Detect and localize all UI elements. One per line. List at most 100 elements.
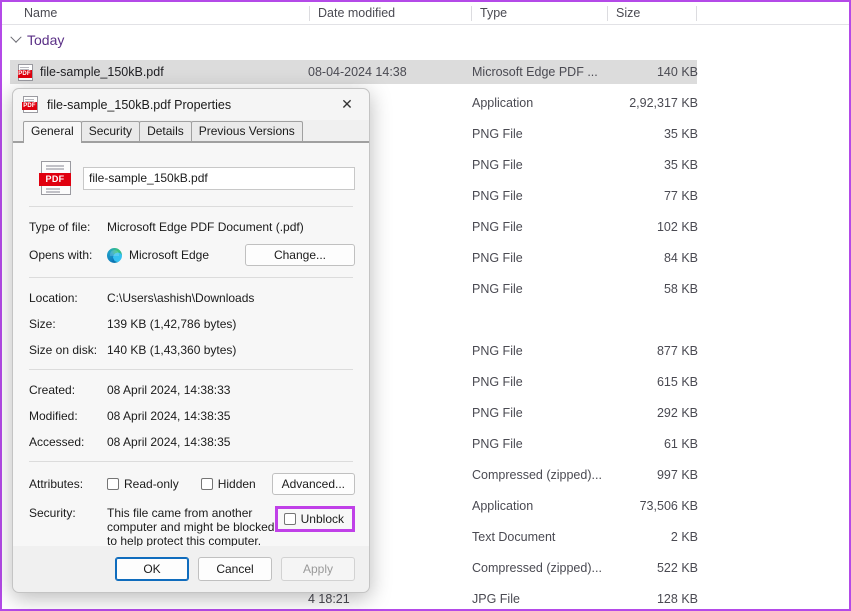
location-value: C:\Users\ashish\Downloads [107, 290, 255, 305]
accessed-label: Accessed: [29, 434, 85, 449]
dialog-titlebar[interactable]: PDF file-sample_150kB.pdf Properties ✕ [13, 89, 369, 120]
opens-with-label: Opens with: [29, 248, 93, 262]
cell-size: 128 KB [656, 592, 698, 606]
size-on-disk-value: 140 KB (1,43,360 bytes) [107, 342, 237, 357]
cell-name: PDF file-sample_150kB.pdf [18, 60, 298, 84]
advanced-button[interactable]: Advanced... [271, 473, 355, 495]
cell-size: 2 KB [670, 530, 698, 544]
cell-size: 35 KB [663, 158, 698, 172]
chevron-down-icon[interactable] [10, 31, 22, 43]
column-header-size[interactable]: Size [608, 2, 696, 25]
read-only-label: Read-only [124, 477, 179, 491]
accessed-value: 08 April 2024, 14:38:35 [107, 434, 231, 449]
type-of-file-label: Type of file: [29, 219, 91, 234]
checkbox-icon[interactable] [200, 478, 213, 490]
tab-bar: General Security Details Previous Versio… [13, 120, 369, 143]
pdf-file-icon: PDF [18, 63, 33, 81]
opens-with-value: Microsoft Edge [129, 248, 210, 262]
cell-date-modified: 08-04-2024 14:38 [308, 65, 407, 79]
dialog-footer: OK Cancel Apply [13, 546, 369, 592]
checkbox-icon[interactable] [107, 478, 119, 490]
unblock-checkbox[interactable]: Unblock [283, 512, 344, 526]
unblock-highlight: Unblock [274, 506, 355, 532]
created-value: 08 April 2024, 14:38:33 [107, 382, 231, 397]
divider [29, 461, 353, 462]
type-of-file-value: Microsoft Edge PDF Document (.pdf) [107, 219, 304, 234]
dialog-title: file-sample_150kB.pdf Properties [47, 97, 232, 112]
cell-size: 140 KB [656, 65, 698, 79]
table-row[interactable]: PDF file-sample_150kB.pdf 08-04-2024 14:… [10, 60, 698, 84]
checkbox-icon[interactable] [283, 513, 296, 525]
opens-with-row: Opens with: Microsoft Edge Change... [29, 244, 355, 266]
cell-type: Microsoft Edge PDF ... [472, 65, 598, 79]
location-row: Location: C:\Users\ashish\Downloads [29, 289, 355, 306]
type-of-file-row: Type of file: Microsoft Edge PDF Documen… [29, 218, 355, 235]
cell-type: Application [472, 96, 534, 110]
cancel-button[interactable]: Cancel [198, 557, 272, 581]
tab-previous-versions[interactable]: Previous Versions [190, 121, 303, 142]
cell-type: PNG File [472, 127, 523, 141]
pdf-file-icon: PDF [22, 96, 38, 113]
cell-type: PNG File [472, 189, 523, 203]
cell-size: 997 KB [656, 468, 698, 482]
location-label: Location: [29, 290, 78, 305]
accessed-row: Accessed: 08 April 2024, 14:38:35 [29, 433, 355, 450]
change-button[interactable]: Change... [245, 244, 355, 266]
group-header-today[interactable]: Today [10, 31, 65, 48]
file-name-input[interactable]: file-sample_150kB.pdf [83, 166, 355, 190]
cell-type: Text Document [472, 530, 556, 544]
cell-size: 877 KB [656, 344, 698, 358]
tab-details[interactable]: Details [139, 121, 192, 142]
apply-button[interactable]: Apply [281, 557, 355, 581]
cell-type: Compressed (zipped)... [472, 561, 602, 575]
modified-label: Modified: [29, 408, 78, 423]
cell-size: 102 KB [656, 220, 698, 234]
cell-size: 522 KB [656, 561, 698, 575]
security-label: Security: [29, 506, 76, 520]
cell-size: 58 KB [663, 282, 698, 296]
pdf-file-icon-large: PDF [39, 161, 71, 195]
modified-value: 08 April 2024, 14:38:35 [107, 408, 231, 423]
column-divider-4[interactable] [696, 6, 697, 21]
created-row: Created: 08 April 2024, 14:38:33 [29, 381, 355, 398]
tab-general[interactable]: General [23, 121, 82, 143]
divider [29, 277, 353, 278]
cell-type: PNG File [472, 406, 523, 420]
properties-dialog: PDF file-sample_150kB.pdf Properties ✕ G… [12, 88, 370, 593]
security-description: This file came from another computer and… [107, 506, 275, 548]
tab-security[interactable]: Security [80, 121, 141, 142]
attributes-label: Attributes: [29, 477, 84, 491]
divider [29, 369, 353, 370]
cell-size: 292 KB [656, 406, 698, 420]
cell-type: Compressed (zipped)... [472, 468, 602, 482]
hidden-checkbox[interactable]: Hidden [200, 477, 256, 491]
security-row: Security: This file came from another co… [29, 506, 355, 548]
created-label: Created: [29, 382, 76, 397]
size-value: 139 KB (1,42,786 bytes) [107, 316, 237, 331]
divider [29, 206, 353, 207]
size-on-disk-label: Size on disk: [29, 342, 98, 357]
column-header-name[interactable]: Name [16, 2, 301, 25]
cell-type: PNG File [472, 220, 523, 234]
cell-type: PNG File [472, 282, 523, 296]
cell-size: 61 KB [663, 437, 698, 451]
cell-type: PNG File [472, 437, 523, 451]
file-name-label: file-sample_150kB.pdf [40, 65, 164, 79]
column-header-row: Name Date modified Type Size [2, 2, 849, 25]
hidden-label: Hidden [217, 477, 256, 491]
size-label: Size: [29, 316, 56, 331]
file-name-row: PDF file-sample_150kB.pdf [39, 161, 355, 195]
cell-size: 35 KB [663, 127, 698, 141]
read-only-checkbox[interactable]: Read-only [107, 477, 179, 491]
cell-type: PNG File [472, 375, 523, 389]
column-header-type[interactable]: Type [472, 2, 606, 25]
close-icon[interactable]: ✕ [325, 89, 369, 120]
unblock-label: Unblock [300, 512, 344, 526]
ok-button[interactable]: OK [115, 557, 189, 581]
cell-type: JPG File [472, 592, 520, 606]
cell-type: PNG File [472, 158, 523, 172]
column-header-date-modified[interactable]: Date modified [310, 2, 470, 25]
cell-size: 2,92,317 KB [629, 96, 698, 110]
general-tab-panel: PDF file-sample_150kB.pdf Type of file: … [13, 142, 369, 548]
group-header-label: Today [27, 32, 65, 48]
